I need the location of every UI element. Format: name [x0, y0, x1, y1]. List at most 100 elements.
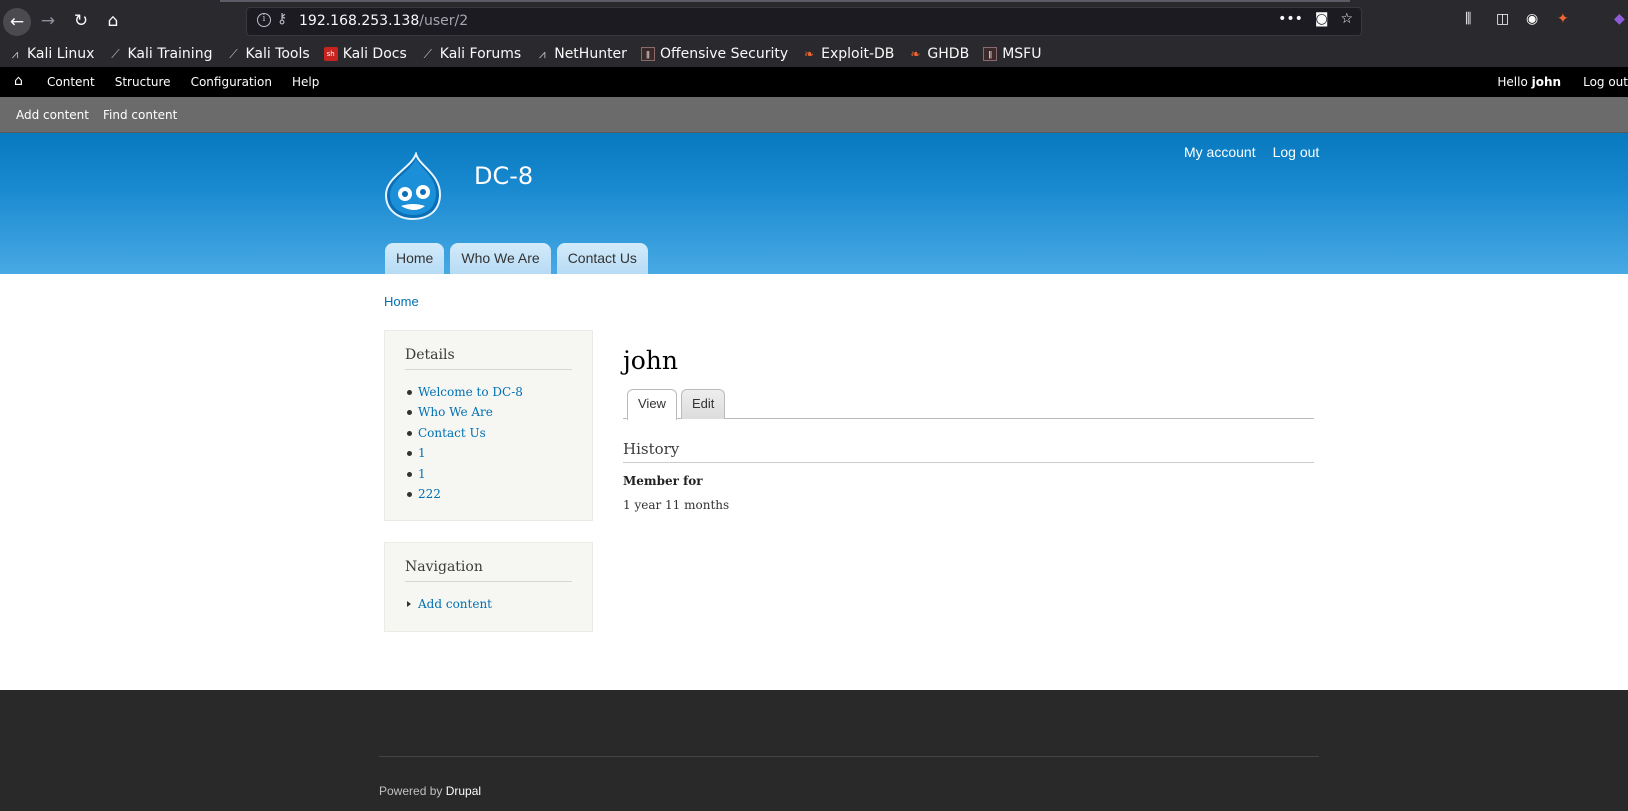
navigation-list: Add content: [405, 597, 572, 617]
bookmark-label: Kali Tools: [245, 46, 310, 62]
back-arrow-icon[interactable]: ←: [3, 8, 31, 36]
kali-icon: ⟋: [423, 47, 432, 61]
home-icon[interactable]: ⌂: [14, 73, 23, 89]
offsec-icon: ǁ: [983, 47, 998, 61]
bookmark-exploit-db[interactable]: ❧ Exploit-DB: [802, 46, 894, 62]
shortcut-find-content[interactable]: Find content: [103, 108, 177, 122]
tab-view[interactable]: View: [627, 389, 677, 420]
bookmark-label: Kali Linux: [27, 46, 95, 62]
url-bar[interactable]: i ⚷ 192.168.253.138/user/2 ••• ◙ ☆: [246, 7, 1362, 36]
toolbar-item-configuration[interactable]: Configuration: [191, 75, 272, 89]
bookmark-kali-training[interactable]: ⟋ Kali Training: [108, 46, 212, 62]
drupal-logo-icon[interactable]: [383, 152, 443, 220]
toolbar-logout-link[interactable]: Log out: [1583, 75, 1628, 89]
extension-2-icon[interactable]: ◆: [1614, 11, 1625, 27]
toolbar-item-content[interactable]: Content: [47, 75, 95, 89]
powered-by-label: Powered by: [379, 784, 443, 798]
home-icon[interactable]: ⌂: [101, 9, 125, 33]
drupal-link[interactable]: Drupal: [446, 784, 481, 798]
list-item[interactable]: 1: [405, 446, 572, 466]
url-text[interactable]: 192.168.253.138/user/2: [299, 13, 468, 29]
forward-arrow-icon[interactable]: →: [36, 9, 60, 33]
toolbar-item-help[interactable]: Help: [292, 75, 319, 89]
navigation-block-title: Navigation: [405, 559, 572, 582]
bookmark-kali-tools[interactable]: ⟋ Kali Tools: [226, 46, 309, 62]
bookmark-label: Exploit-DB: [821, 46, 895, 62]
powered-by: Powered by Drupal: [379, 784, 481, 798]
footer-divider: [379, 756, 1319, 757]
bookmark-label: GHDB: [927, 46, 970, 62]
offsec-icon: ǁ: [640, 47, 655, 61]
member-for-value: 1 year 11 months: [623, 498, 730, 512]
details-list: Welcome to DC-8 Who We Are Contact Us 1 …: [405, 385, 572, 507]
exploitdb-icon: ❧: [804, 47, 815, 61]
hello-label: Hello: [1497, 75, 1528, 89]
bookmark-kali-forums[interactable]: ⟋ Kali Forums: [421, 46, 522, 62]
list-item[interactable]: Welcome to DC-8: [405, 385, 572, 405]
navigation-block: Navigation Add content: [384, 542, 593, 632]
kali-icon: ⟋: [111, 47, 120, 61]
site-header: [0, 133, 1628, 274]
bookmarks-bar: ⩘ Kali Linux ⟋ Kali Training ⟋ Kali Tools s…: [0, 41, 1628, 67]
list-item[interactable]: Who We Are: [405, 405, 572, 425]
key-icon[interactable]: ⚷: [277, 11, 287, 27]
account-icon[interactable]: ◉: [1526, 11, 1538, 27]
page-title: john: [623, 346, 679, 375]
toolbar-item-structure[interactable]: Structure: [115, 75, 171, 89]
tab-edit[interactable]: Edit: [681, 389, 726, 419]
info-icon[interactable]: i: [257, 13, 271, 27]
bookmark-label: Kali Docs: [342, 46, 407, 62]
main-menu-home[interactable]: Home: [385, 243, 445, 274]
bookmark-ghdb[interactable]: ❧ GHDB: [908, 46, 969, 62]
pocket-icon[interactable]: ◙: [1315, 11, 1329, 27]
bookmark-label: Kali Forums: [439, 46, 522, 62]
main-menu: Home Who We Are Contact Us: [385, 243, 648, 274]
secondary-menu: My account Log out: [1184, 144, 1319, 160]
sidebar-icon[interactable]: ◫: [1496, 11, 1509, 27]
site-name[interactable]: DC-8: [474, 162, 533, 190]
toolbar-user-menu: Hello john Log out: [1497, 75, 1628, 89]
bookmark-label: Kali Training: [127, 46, 213, 62]
details-block-title: Details: [405, 347, 572, 370]
bookmark-star-icon[interactable]: ☆: [1340, 11, 1353, 27]
admin-menu: Content Structure Configuration Help: [47, 75, 319, 89]
main-menu-contact-us[interactable]: Contact Us: [556, 243, 648, 274]
more-actions-icon[interactable]: •••: [1278, 11, 1303, 27]
main-menu-who-we-are[interactable]: Who We Are: [450, 243, 551, 274]
kali-icon: ⟋: [229, 47, 238, 61]
breadcrumb[interactable]: Home: [384, 294, 419, 309]
details-block: Details Welcome to DC-8 Who We Are Conta…: [384, 330, 593, 521]
local-tabs: View Edit: [623, 389, 1314, 420]
username: john: [1531, 75, 1562, 89]
shortcut-add-content[interactable]: Add content: [16, 108, 89, 122]
active-tab-indicator: [220, 0, 1350, 2]
bookmark-offensive-security[interactable]: ǁ Offensive Security: [640, 46, 789, 62]
kali-icon: ⩘: [11, 47, 19, 61]
bookmark-kali-docs[interactable]: sh Kali Docs: [323, 46, 407, 62]
nav-add-content-link[interactable]: Add content: [405, 597, 572, 617]
site-footer: [0, 690, 1628, 811]
list-item[interactable]: 222: [405, 487, 572, 507]
list-item[interactable]: Contact Us: [405, 426, 572, 446]
extension-icon[interactable]: ✦: [1557, 11, 1569, 27]
member-for-label: Member for: [623, 474, 703, 488]
bookmark-label: MSFU: [1002, 46, 1042, 62]
admin-toolbar: ⌂ Content Structure Configuration Help H…: [0, 67, 1628, 97]
bookmark-msfu[interactable]: ǁ MSFU: [983, 46, 1041, 62]
history-heading: History: [623, 440, 1314, 463]
url-host: 192.168.253.138: [299, 13, 420, 29]
bookmark-nethunter[interactable]: ⩘ NetHunter: [535, 46, 627, 62]
bookmark-kali-linux[interactable]: ⩘ Kali Linux: [8, 46, 95, 62]
logout-link[interactable]: Log out: [1273, 144, 1320, 160]
shortcuts-bar: Add content Find content: [0, 97, 1628, 133]
library-icon[interactable]: ⫼: [1465, 11, 1471, 27]
ghdb-icon: ❧: [910, 47, 921, 61]
list-item[interactable]: 1: [405, 467, 572, 487]
bookmark-label: Offensive Security: [659, 46, 789, 62]
my-account-link[interactable]: My account: [1184, 144, 1256, 160]
nethunter-icon: ⩘: [538, 47, 546, 61]
kali-docs-icon: sh: [323, 47, 338, 61]
hello-user[interactable]: Hello john: [1497, 75, 1561, 89]
bookmark-label: NetHunter: [554, 46, 627, 62]
reload-icon[interactable]: ↻: [69, 9, 93, 33]
